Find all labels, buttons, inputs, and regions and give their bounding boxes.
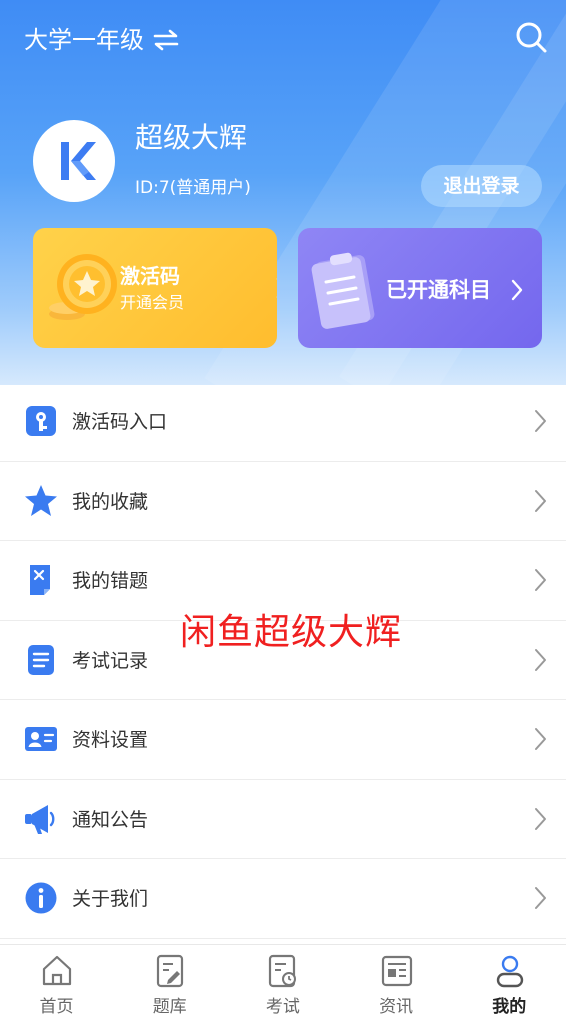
user-name: 超级大辉 bbox=[135, 121, 248, 154]
menu-item-label: 考试记录 bbox=[72, 649, 149, 672]
tab-home[interactable]: 首页 bbox=[0, 945, 113, 1025]
avatar[interactable] bbox=[33, 120, 115, 202]
grade-switcher[interactable]: 大学一年级 bbox=[24, 24, 180, 56]
key-icon bbox=[26, 406, 56, 436]
menu-item-label: 我的错题 bbox=[72, 570, 149, 592]
menu-item-favorites[interactable]: 我的收藏 bbox=[0, 462, 566, 541]
menu-item-label: 我的收藏 bbox=[72, 490, 149, 513]
search-icon[interactable] bbox=[514, 20, 548, 54]
chevron-right-icon bbox=[535, 410, 546, 432]
bottom-tab-bar: 首页 题库 考试 资讯 我的 bbox=[0, 944, 566, 1025]
question-bank-icon bbox=[157, 954, 184, 988]
coin-icon bbox=[49, 254, 117, 320]
profile-header: 大学一年级 超级大辉 ID:7(普通用户) 退出登录 激活码 开通会员 已开通科… bbox=[0, 0, 566, 385]
tab-news[interactable]: 资讯 bbox=[340, 945, 453, 1025]
profile-icon bbox=[496, 955, 523, 988]
chevron-right-icon bbox=[535, 728, 546, 750]
news-icon bbox=[381, 955, 412, 987]
avatar-logo-icon bbox=[61, 142, 96, 180]
tab-question-bank[interactable]: 题库 bbox=[113, 945, 226, 1025]
tab-label: 我的 bbox=[492, 997, 527, 1017]
menu-item-label: 激活码入口 bbox=[72, 411, 168, 433]
tab-exam[interactable]: 考试 bbox=[226, 945, 339, 1025]
home-icon bbox=[42, 955, 72, 986]
menu-item-profile-settings[interactable]: 资料设置 bbox=[0, 700, 566, 780]
info-icon bbox=[25, 882, 57, 914]
user-id: ID:7(普通用户) bbox=[135, 178, 251, 198]
activation-card-subtitle: 开通会员 bbox=[120, 293, 185, 312]
clipboard-icon bbox=[311, 252, 375, 329]
wrong-question-icon bbox=[30, 565, 50, 595]
menu-item-activation-code[interactable]: 激活码入口 bbox=[0, 382, 566, 462]
menu-item-label: 资料设置 bbox=[72, 729, 149, 751]
subjects-card[interactable]: 已开通科目 bbox=[298, 228, 542, 348]
menu-item-wrong-questions[interactable]: 我的错题 bbox=[0, 541, 566, 621]
menu-list: 激活码入口 我的收藏 我的错题 考试记录 资料设置 通知公告 关于我们 bbox=[0, 382, 566, 939]
chevron-right-icon bbox=[511, 279, 523, 301]
menu-item-label: 通知公告 bbox=[72, 808, 149, 831]
menu-item-notices[interactable]: 通知公告 bbox=[0, 780, 566, 859]
id-card-icon bbox=[25, 727, 57, 751]
tab-label: 考试 bbox=[265, 997, 300, 1017]
tab-profile[interactable]: 我的 bbox=[453, 945, 566, 1025]
menu-item-about-us[interactable]: 关于我们 bbox=[0, 859, 566, 939]
swap-icon bbox=[153, 29, 179, 51]
subjects-card-title: 已开通科目 bbox=[386, 278, 491, 302]
chevron-right-icon bbox=[535, 887, 546, 909]
tab-label: 题库 bbox=[152, 997, 187, 1017]
tab-label: 资讯 bbox=[379, 997, 414, 1017]
activation-code-card[interactable]: 激活码 开通会员 bbox=[33, 228, 277, 348]
chevron-right-icon bbox=[535, 489, 546, 512]
chevron-right-icon bbox=[535, 569, 546, 591]
record-list-icon bbox=[28, 644, 54, 675]
tab-label: 首页 bbox=[39, 997, 74, 1017]
star-icon bbox=[25, 484, 57, 516]
activation-card-title: 激活码 bbox=[120, 264, 180, 288]
chevron-right-icon bbox=[535, 807, 546, 830]
chevron-right-icon bbox=[276, 278, 277, 298]
menu-item-label: 关于我们 bbox=[72, 888, 149, 910]
watermark-text: 闲鱼超级大辉 bbox=[180, 612, 403, 653]
logout-button[interactable]: 退出登录 bbox=[421, 165, 542, 207]
grade-label: 大学一年级 bbox=[24, 26, 144, 54]
exam-icon bbox=[269, 954, 297, 988]
megaphone-icon bbox=[25, 804, 55, 834]
chevron-right-icon bbox=[535, 648, 546, 671]
